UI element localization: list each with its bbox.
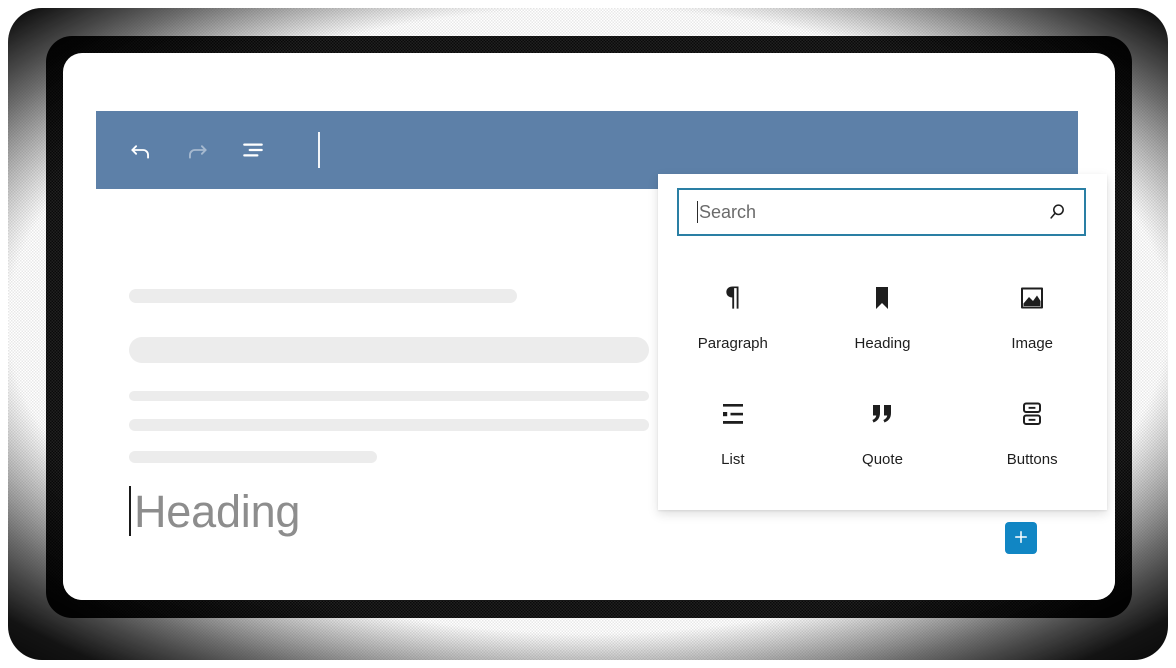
redo-icon [184, 137, 210, 163]
text-caret [129, 486, 131, 536]
list-view-icon [240, 137, 266, 163]
block-option-label: Paragraph [697, 335, 768, 352]
block-option-image[interactable]: Image [957, 258, 1107, 374]
quote-icon [868, 399, 896, 429]
block-option-label: List [721, 451, 745, 468]
search-input[interactable] [698, 190, 1046, 234]
list-view-button[interactable] [236, 133, 270, 167]
heading-block[interactable]: Heading [129, 486, 300, 536]
undo-icon [128, 137, 154, 163]
block-option-paragraph[interactable]: ¶ Paragraph [658, 258, 808, 374]
heading-bookmark-icon [870, 283, 894, 313]
block-inserter-popover: ¶ Paragraph Heading [658, 174, 1107, 510]
add-block-button[interactable] [1005, 522, 1037, 554]
heading-placeholder: Heading [134, 485, 301, 537]
skeleton-line [129, 451, 377, 463]
toolbar-separator [318, 132, 320, 168]
skeleton-line [129, 419, 649, 431]
redo-button[interactable] [180, 133, 214, 167]
undo-button[interactable] [124, 133, 158, 167]
skeleton-line [129, 289, 517, 303]
app-window: Heading Search ¶ Paragraph Heading Image… [63, 53, 1115, 600]
paragraph-icon: ¶ [724, 283, 741, 313]
block-option-label: Heading [854, 335, 911, 352]
buttons-icon [1019, 399, 1045, 429]
block-type-grid: ¶ Paragraph Heading Image List Quote But… [658, 258, 1107, 490]
block-option-label: Image [1011, 335, 1054, 352]
block-option-buttons[interactable]: Buttons [957, 374, 1107, 490]
search-field[interactable] [677, 188, 1086, 236]
block-option-heading[interactable]: Heading [808, 258, 958, 374]
pilcrow-glyph: ¶ [724, 282, 742, 313]
toolbar-buttons [124, 111, 320, 189]
image-icon [1018, 283, 1046, 313]
search-icon [1046, 201, 1068, 223]
block-option-quote[interactable]: Quote [808, 374, 958, 490]
block-option-label: Quote [862, 451, 903, 468]
list-icon [719, 399, 747, 429]
skeleton-line [129, 391, 649, 401]
skeleton-line [129, 337, 649, 363]
block-option-label: Buttons [1006, 451, 1058, 468]
block-option-list[interactable]: List [658, 374, 808, 490]
plus-icon [1012, 528, 1030, 549]
screenshot-stage: Heading Search ¶ Paragraph Heading Image… [0, 0, 1176, 668]
